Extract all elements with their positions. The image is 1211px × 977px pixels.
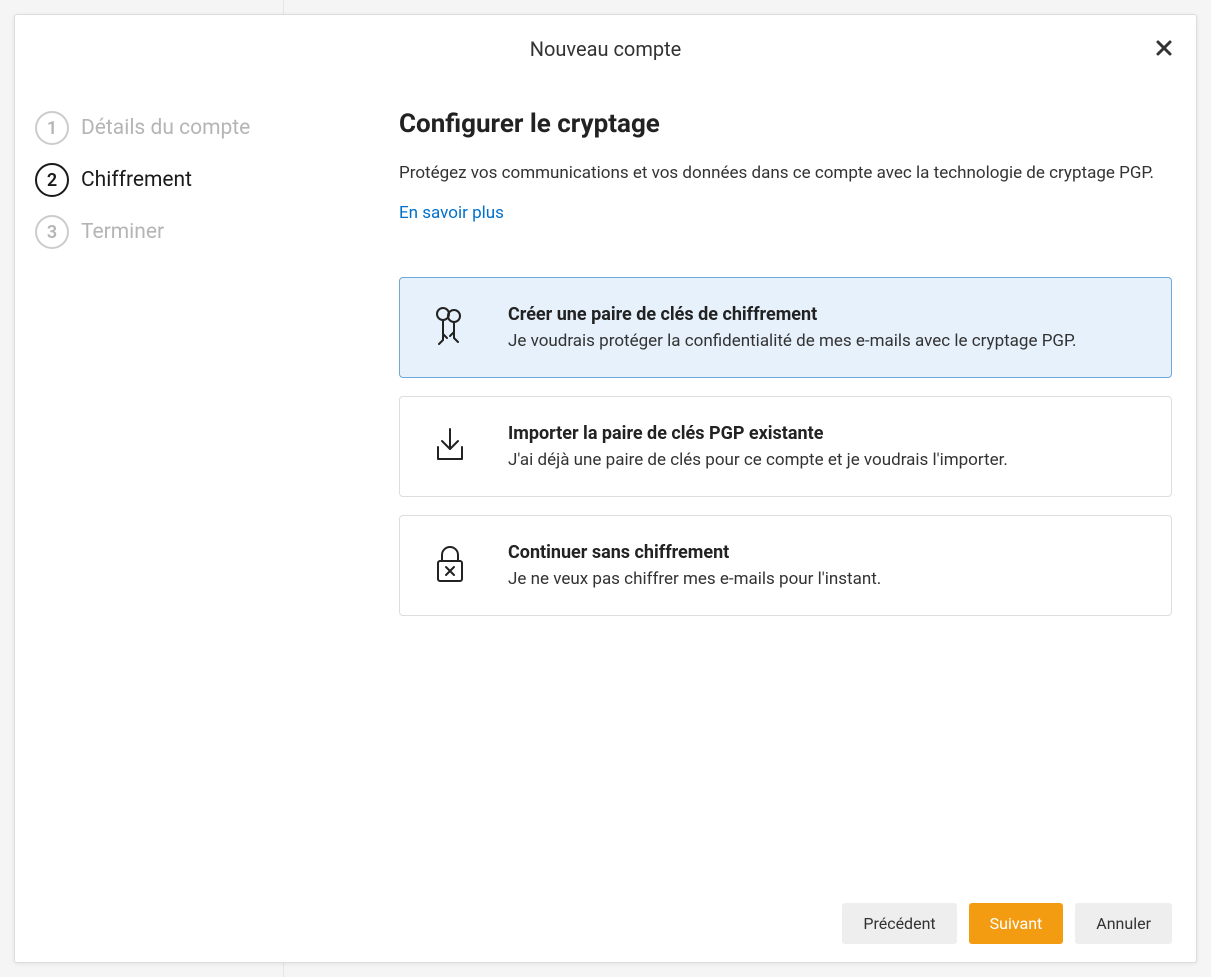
step-label: Détails du compte xyxy=(81,116,250,140)
option-subtitle: Je voudrais protéger la confidentialité … xyxy=(508,331,1077,351)
page-heading: Configurer le cryptage xyxy=(399,109,1172,139)
step-finish[interactable]: 3 Terminer xyxy=(35,215,295,249)
lock-disabled-icon xyxy=(428,542,472,586)
option-subtitle: Je ne veux pas chiffrer mes e-mails pour… xyxy=(508,569,881,589)
import-icon xyxy=(428,423,472,467)
dialog-header: Nouveau compte xyxy=(15,15,1196,71)
cancel-button[interactable]: Annuler xyxy=(1075,903,1172,944)
page-description: Protégez vos communications et vos donné… xyxy=(399,161,1159,187)
encryption-options: Créer une paire de clés de chiffrement J… xyxy=(399,277,1172,616)
option-subtitle: J'ai déjà une paire de clés pour ce comp… xyxy=(508,450,1008,470)
main-content: Configurer le cryptage Protégez vos comm… xyxy=(295,71,1196,885)
dialog-title: Nouveau compte xyxy=(15,37,1196,61)
next-button[interactable]: Suivant xyxy=(969,903,1064,944)
option-text: Continuer sans chiffrement Je ne veux pa… xyxy=(508,542,881,589)
wizard-steps-sidebar: 1 Détails du compte 2 Chiffrement 3 Term… xyxy=(15,71,295,885)
option-import-keypair[interactable]: Importer la paire de clés PGP existante … xyxy=(399,396,1172,497)
new-account-dialog: Nouveau compte 1 Détails du compte 2 Chi… xyxy=(14,14,1197,963)
option-title: Continuer sans chiffrement xyxy=(508,542,881,563)
option-text: Créer une paire de clés de chiffrement J… xyxy=(508,304,1077,351)
step-number: 2 xyxy=(35,163,69,197)
option-title: Importer la paire de clés PGP existante xyxy=(508,423,1008,444)
dialog-footer: Précédent Suivant Annuler xyxy=(15,885,1196,962)
step-label: Terminer xyxy=(81,220,164,244)
step-number: 1 xyxy=(35,111,69,145)
close-button[interactable] xyxy=(1156,37,1172,61)
option-text: Importer la paire de clés PGP existante … xyxy=(508,423,1008,470)
keys-icon xyxy=(428,304,472,348)
step-number: 3 xyxy=(35,215,69,249)
option-create-keypair[interactable]: Créer une paire de clés de chiffrement J… xyxy=(399,277,1172,378)
option-no-encryption[interactable]: Continuer sans chiffrement Je ne veux pa… xyxy=(399,515,1172,616)
learn-more-link[interactable]: En savoir plus xyxy=(399,203,504,223)
step-account-details[interactable]: 1 Détails du compte xyxy=(35,111,295,145)
previous-button[interactable]: Précédent xyxy=(842,903,956,944)
step-encryption[interactable]: 2 Chiffrement xyxy=(35,163,295,197)
step-label: Chiffrement xyxy=(81,168,192,192)
close-icon xyxy=(1156,35,1172,62)
dialog-body: 1 Détails du compte 2 Chiffrement 3 Term… xyxy=(15,71,1196,885)
option-title: Créer une paire de clés de chiffrement xyxy=(508,304,1077,325)
